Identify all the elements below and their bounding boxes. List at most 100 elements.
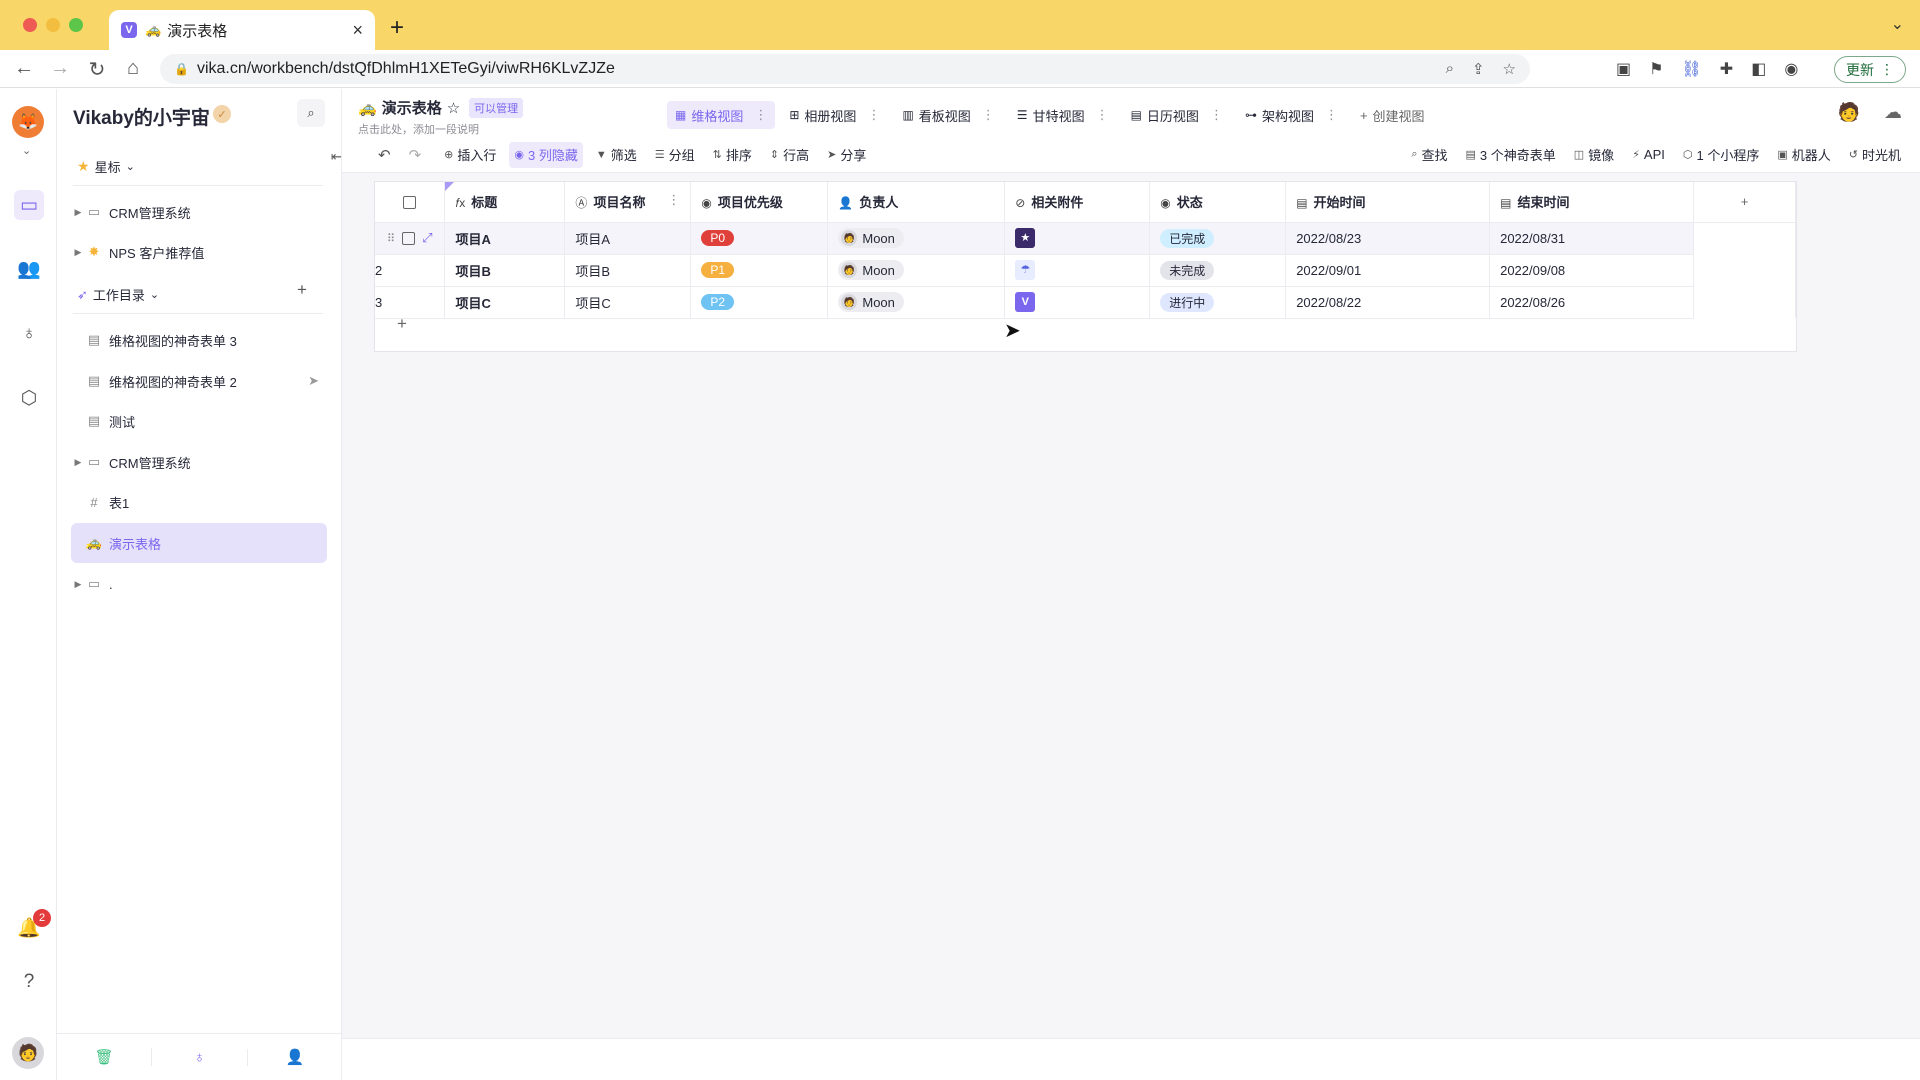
forward-arrow-icon[interactable]: → bbox=[48, 57, 72, 80]
row-number[interactable]: 2 bbox=[375, 254, 446, 287]
priority-cell[interactable]: P0 bbox=[690, 222, 829, 255]
status-cell[interactable]: 未完成 bbox=[1149, 254, 1287, 287]
column-header-start[interactable]: ▤ 开始时间 bbox=[1285, 182, 1491, 223]
reload-icon[interactable]: ↻ bbox=[85, 57, 109, 82]
attachment-thumbnail[interactable]: ★ bbox=[1015, 228, 1036, 248]
members-icon[interactable]: 👥 bbox=[14, 254, 44, 284]
extensions-puzzle-icon[interactable]: ✚ bbox=[1720, 59, 1733, 79]
forms-button[interactable]: ▤ 3 个神奇表单 bbox=[1461, 142, 1561, 168]
row-checkbox[interactable] bbox=[402, 231, 416, 245]
table-row[interactable]: ⠿ ⤢ 项目A 项目A P0 🧑 Moon ★ 已完成 2022/08/23 202… bbox=[375, 222, 1796, 255]
catalog-item-dot-folder[interactable]: ▶ ▭ . bbox=[71, 564, 327, 604]
datasheet-title[interactable]: 演示表格 bbox=[382, 97, 442, 118]
expand-arrow-icon[interactable]: ▶ bbox=[71, 207, 85, 218]
view-more-icon[interactable]: ⋮ bbox=[867, 107, 880, 123]
row-height-button[interactable]: ⇕ 行高 bbox=[765, 142, 814, 168]
window-close-button[interactable] bbox=[23, 18, 37, 32]
share-page-icon[interactable]: ⇪ bbox=[1472, 60, 1485, 78]
select-all-cell[interactable] bbox=[375, 182, 446, 223]
extension-image-icon[interactable]: ▣ bbox=[1616, 59, 1631, 79]
view-tab-kanban[interactable]: ▥ 看板视图 ⋮ bbox=[894, 101, 1002, 129]
window-minimize-button[interactable] bbox=[46, 18, 60, 32]
collapse-sidebar-icon[interactable]: ⇤ bbox=[331, 149, 342, 165]
tab-search-chevron-icon[interactable]: ⌄ bbox=[1891, 14, 1904, 34]
status-cell[interactable]: 已完成 bbox=[1149, 222, 1287, 255]
side-panel-icon[interactable]: ◧ bbox=[1751, 59, 1766, 79]
view-tab-grid[interactable]: ▦ 维格视图 ⋮ bbox=[667, 101, 776, 129]
insert-row-button[interactable]: ⊕ 插入行 bbox=[439, 142, 501, 168]
title-cell[interactable]: 项目C bbox=[444, 286, 566, 319]
expand-arrow-icon[interactable]: ▶ bbox=[71, 457, 85, 468]
priority-cell[interactable]: P1 bbox=[690, 254, 829, 287]
new-tab-plus-icon[interactable]: + bbox=[390, 14, 404, 42]
search-button[interactable]: ⌕ 查找 bbox=[1406, 142, 1452, 168]
templates-planet-icon[interactable]: ♁ bbox=[14, 319, 44, 349]
profile-avatar-icon[interactable]: ◉ bbox=[1784, 59, 1798, 79]
undo-icon[interactable]: ↶ bbox=[378, 146, 391, 164]
catalog-item-demo-sheet[interactable]: 🚕 演示表格 bbox=[71, 523, 327, 563]
catalog-item-crm[interactable]: ▶ ▭ CRM管理系统 bbox=[71, 442, 327, 482]
view-more-icon[interactable]: ⋮ bbox=[1325, 107, 1338, 123]
column-header-attachment[interactable]: ⊘ 相关附件 bbox=[1004, 182, 1151, 223]
starred-item-crm[interactable]: ▶ ▭ CRM管理系统 bbox=[71, 192, 327, 232]
collaborator-avatar-icon[interactable]: 🧑 bbox=[1838, 102, 1860, 123]
redo-icon[interactable]: ↷ bbox=[409, 146, 422, 164]
priority-cell[interactable]: P2 bbox=[690, 286, 829, 319]
column-header-name[interactable]: Ⓐ 项目名称 ⋮ bbox=[564, 182, 692, 223]
filter-button[interactable]: ▼ 筛选 bbox=[591, 142, 642, 168]
row-control-cell[interactable]: ⠿ ⤢ bbox=[375, 222, 446, 255]
title-cell[interactable]: 项目A bbox=[444, 222, 566, 255]
url-omnibox[interactable]: 🔒 vika.cn/workbench/dstQfDhlmH1XETeGyi/v… bbox=[160, 54, 1530, 84]
hidden-columns-button[interactable]: ◉ 3 列隐藏 bbox=[509, 141, 583, 168]
catalog-section-header[interactable]: ➶ 工作目录 ⌄ bbox=[77, 285, 159, 304]
row-number[interactable]: 3 bbox=[375, 286, 446, 319]
browser-update-button[interactable]: 更新 ⋮ bbox=[1834, 56, 1906, 83]
column-header-title[interactable]: 𝑓x 标题 bbox=[444, 182, 566, 223]
table-row[interactable]: 3 项目C 项目C P2 🧑 Moon V 进行中 2022/08/22 2022… bbox=[375, 286, 1796, 319]
start-date-cell[interactable]: 2022/09/01 bbox=[1285, 254, 1491, 287]
view-tab-gantt[interactable]: ☰ 甘特视图 ⋮ bbox=[1009, 101, 1117, 129]
start-date-cell[interactable]: 2022/08/23 bbox=[1285, 222, 1491, 255]
column-header-status[interactable]: ◉ 状态 bbox=[1149, 182, 1287, 223]
expand-record-icon[interactable]: ⤢ bbox=[422, 230, 432, 246]
view-tab-org[interactable]: ⊶ 架构视图 ⋮ bbox=[1237, 101, 1346, 129]
permission-tag[interactable]: 可以管理 bbox=[469, 97, 524, 118]
status-cell[interactable]: 进行中 bbox=[1149, 286, 1287, 319]
name-cell[interactable]: 项目B bbox=[564, 254, 692, 287]
catalog-item-sheet-1[interactable]: # 表1 bbox=[71, 482, 327, 522]
group-button[interactable]: ☰ 分组 bbox=[650, 142, 700, 168]
column-header-end[interactable]: ▤ 结束时间 bbox=[1489, 182, 1694, 223]
help-icon[interactable]: ? bbox=[14, 967, 44, 997]
end-date-cell[interactable]: 2022/08/26 bbox=[1489, 286, 1694, 319]
trash-icon[interactable]: 🗑 bbox=[57, 1048, 153, 1066]
table-row[interactable]: 2 项目B 项目B P1 🧑 Moon ☂ 未完成 2022/09/01 2022… bbox=[375, 254, 1796, 287]
name-cell[interactable]: 项目C bbox=[564, 286, 692, 319]
space-switch-chevron-icon[interactable]: ⌄ bbox=[22, 144, 31, 157]
mirror-button[interactable]: ◫ 镜像 bbox=[1569, 142, 1619, 168]
catalog-item-test[interactable]: ▤ 测试 bbox=[71, 401, 327, 441]
catalog-item-form-3[interactable]: ▤ 维格视图的神奇表单 3 bbox=[71, 320, 327, 360]
time-machine-button[interactable]: ↺ 时光机 bbox=[1844, 142, 1906, 168]
catalog-item-form-2[interactable]: ▤ 维格视图的神奇表单 2 ➤ bbox=[71, 361, 327, 401]
share-button[interactable]: ➤ 分享 bbox=[822, 142, 871, 168]
view-more-icon[interactable]: ⋮ bbox=[982, 107, 995, 123]
expand-arrow-icon[interactable]: ▶ bbox=[71, 247, 85, 258]
browser-tab[interactable]: V 🚕 演示表格 × bbox=[109, 10, 375, 50]
window-zoom-button[interactable] bbox=[69, 18, 83, 32]
sort-button[interactable]: ⇅ 排序 bbox=[708, 142, 757, 168]
favorite-star-icon[interactable]: ☆ bbox=[447, 99, 460, 117]
invite-member-icon[interactable]: 👤 bbox=[248, 1048, 342, 1066]
settings-hexagon-icon[interactable]: ⬡ bbox=[14, 383, 44, 413]
name-cell[interactable]: 项目A bbox=[564, 222, 692, 255]
starred-item-nps[interactable]: ▶ ✸ NPS 客户推荐值 bbox=[71, 232, 327, 272]
select-all-checkbox[interactable] bbox=[403, 196, 417, 210]
attachment-cell[interactable]: ☂ bbox=[1004, 254, 1151, 287]
drag-handle-icon[interactable]: ⠿ bbox=[387, 232, 395, 245]
title-cell[interactable]: 项目B bbox=[444, 254, 566, 287]
api-button[interactable]: ⚡ API bbox=[1627, 142, 1670, 168]
owner-cell[interactable]: 🧑 Moon bbox=[827, 286, 1006, 319]
column-header-priority[interactable]: ◉ 项目优先级 bbox=[690, 182, 829, 223]
widgets-button[interactable]: ⬡ 1 个小程序 bbox=[1678, 142, 1764, 168]
extension-flag-icon[interactable]: ⚑ bbox=[1649, 59, 1663, 79]
end-date-cell[interactable]: 2022/08/31 bbox=[1489, 222, 1694, 255]
